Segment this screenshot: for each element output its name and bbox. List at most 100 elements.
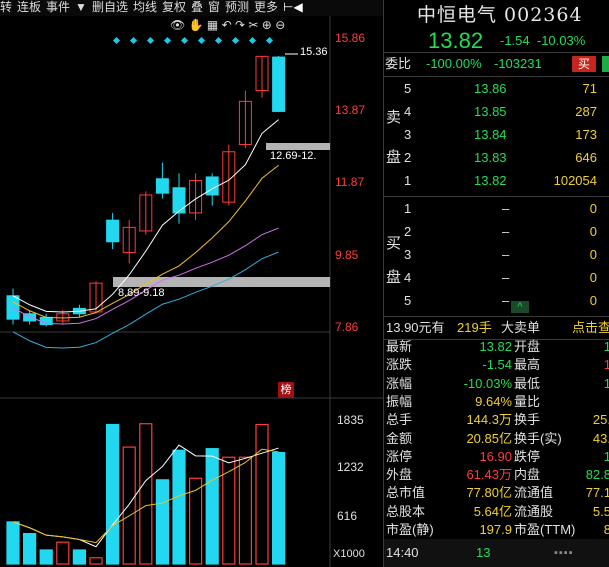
volume-unit-label: X1000: [333, 548, 365, 560]
toolbar-item-window[interactable]: 窗: [208, 0, 220, 14]
stat-label: 换手(实): [514, 430, 562, 446]
stat-value: 61.43万: [466, 467, 512, 483]
stat-label: 最低: [514, 375, 541, 391]
volume-ma5-line: [12, 444, 279, 548]
undo-icon[interactable]: ↶: [222, 18, 232, 32]
buy-button[interactable]: 买: [572, 56, 596, 72]
zoom-in-icon[interactable]: ⊕: [262, 18, 272, 32]
divider: [384, 196, 609, 197]
signal-diamond: [112, 36, 121, 45]
volume-bar: [39, 549, 53, 565]
pin-icon[interactable]: ⊢◀: [283, 0, 303, 14]
ask-volume: 646: [575, 150, 597, 165]
volume-bar: [139, 423, 153, 565]
volume-bar: [272, 451, 286, 565]
ask-level-row[interactable]: 3 13.84 173: [384, 124, 609, 146]
signal-diamond: [163, 36, 172, 45]
level-number: 3: [404, 127, 412, 142]
bid-price: –: [502, 270, 510, 285]
stat-label: 总股本: [386, 503, 426, 519]
bid-level-row[interactable]: 5 – 0: [384, 290, 609, 312]
stat-value: 1: [603, 339, 609, 354]
stat-row: 总市值 77.80亿 流通值 77.1: [384, 484, 609, 502]
bid-volume: 0: [589, 270, 597, 285]
bid-volume: 0: [589, 247, 597, 262]
toolbar-item-more[interactable]: 更多: [254, 0, 278, 14]
stat-value: -1.54: [482, 357, 512, 373]
bid-volume: 0: [589, 201, 597, 216]
volume-axis-label: 616: [337, 509, 358, 523]
stat-value: 5.5: [592, 503, 609, 519]
price-axis-label: 15.86: [335, 31, 366, 45]
ask-level-row[interactable]: 5 13.86 71: [384, 78, 609, 100]
stat-value: 197.9: [479, 522, 512, 537]
bid-volume: 0: [589, 224, 597, 239]
ma60-line: [12, 251, 279, 349]
ask-level-row[interactable]: 1 13.82 102054: [384, 170, 609, 192]
stat-label: 内盘: [514, 467, 541, 483]
toolbar-item-restore[interactable]: 复权: [162, 0, 186, 14]
ask-price: 13.86: [474, 81, 507, 96]
stat-label: 量比: [514, 393, 541, 409]
rank-badge[interactable]: 榜: [278, 382, 294, 398]
toolbar-item-predict[interactable]: 预测: [225, 0, 249, 14]
bid-price: –: [502, 293, 510, 308]
level-number: 2: [404, 150, 412, 165]
stat-value: 77.1: [585, 485, 609, 501]
high-price-marker: 15.36: [300, 46, 328, 58]
stat-row: 涨停 16.90 跌停 1: [384, 448, 609, 466]
stat-value: 9.64%: [475, 393, 512, 409]
stat-row: 外盘 61.43万 内盘 82.8: [384, 466, 609, 484]
volume-bar: [23, 533, 37, 565]
zoom-out-icon[interactable]: ⊖: [275, 18, 285, 32]
signal-diamond: [146, 36, 155, 45]
volume-bar: [189, 477, 203, 565]
stat-label: 市盈(TTM): [514, 522, 576, 537]
stat-value: 144.3万: [466, 412, 512, 428]
volume-bar: [255, 423, 269, 565]
weibi-row: 委比 -100.00% -103231 买: [384, 53, 609, 75]
toolbar-item[interactable]: 连板: [17, 0, 41, 14]
bid-level-row[interactable]: 1 – 0: [384, 198, 609, 220]
collapse-icon[interactable]: ^: [511, 301, 529, 313]
stock-title: 中恒电气 002364: [417, 4, 583, 26]
hand-icon[interactable]: ✋: [189, 18, 204, 32]
toolbar-item[interactable]: 转: [0, 0, 12, 14]
stat-value: -10.03%: [463, 375, 512, 391]
bid-level-row[interactable]: 2 – 0: [384, 221, 609, 243]
sell-button[interactable]: [602, 56, 609, 72]
kline-chart[interactable]: 15.86 13.87 11.87 9.85 7.86 1835 1232 61…: [0, 16, 383, 567]
ma20-line: [12, 227, 279, 325]
bid-level-row[interactable]: 4 – 0: [384, 267, 609, 289]
stat-label: 涨幅: [386, 375, 413, 391]
toolbar-dropdown[interactable]: ▼: [75, 0, 87, 14]
toolbar-item-ma[interactable]: 均线: [133, 0, 157, 14]
level-number: 2: [404, 224, 412, 239]
toolbar-item[interactable]: 事件: [46, 0, 70, 14]
stat-value: 77.80亿: [466, 485, 512, 501]
resistance-band: [266, 143, 330, 150]
quote-panel: 中恒电气 002364 13.82 -1.54 -10.03% 委比 -100.…: [384, 0, 609, 567]
chart-toolbar: 转连板 事件 ▼ 删自选 均线 复权叠窗预测 更多 ⊢◀: [0, 0, 383, 16]
big-order-row[interactable]: 13.90元有 219手 大卖单 点击查: [384, 317, 609, 339]
toolbar-item-remove-favorite[interactable]: 删自选: [92, 0, 128, 14]
grid-icon[interactable]: ▦: [207, 18, 218, 32]
bid-level-row[interactable]: 3 – 0: [384, 244, 609, 266]
volume-bar: [172, 449, 186, 565]
stat-value: 1: [603, 357, 609, 373]
eye-icon[interactable]: 👁: [170, 18, 185, 32]
scissors-icon[interactable]: ✂: [248, 18, 258, 32]
toolbar-item-overlay[interactable]: 叠: [191, 0, 203, 14]
candle-body: [172, 187, 186, 214]
ask-level-row[interactable]: 4 13.85 287: [384, 101, 609, 123]
stat-value: 25.: [592, 412, 609, 428]
candle-body: [272, 56, 286, 112]
chart-tools[interactable]: 👁 ✋ ▦ ↶ ↷ ✂ ⊕ ⊖: [170, 18, 285, 32]
volume-bar: [205, 448, 219, 565]
level-number: 3: [404, 247, 412, 262]
tick-price: 13: [476, 545, 491, 560]
stat-value: 1: [603, 448, 609, 464]
redo-icon[interactable]: ↷: [235, 18, 245, 32]
stat-value: 20.85亿: [466, 430, 512, 446]
ask-level-row[interactable]: 2 13.83 646: [384, 147, 609, 169]
